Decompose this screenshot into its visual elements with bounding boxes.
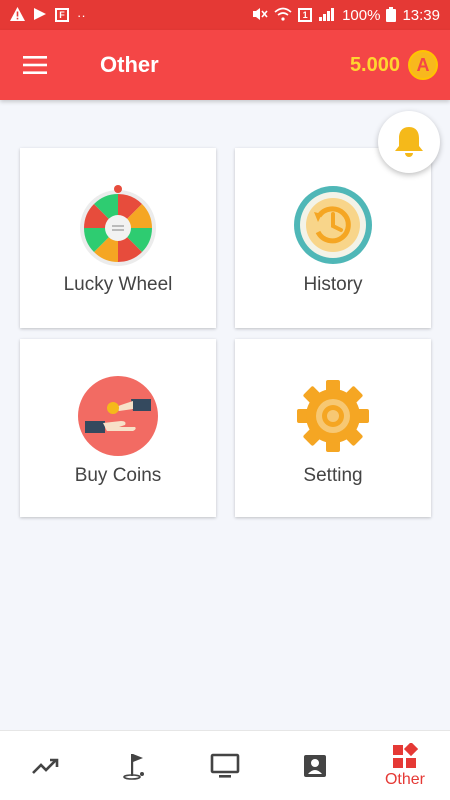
lucky-wheel-icon xyxy=(77,184,159,266)
signal-icon xyxy=(318,7,336,23)
app-bar: Other 5.000 A xyxy=(0,30,450,100)
flag-notification-icon xyxy=(33,7,47,23)
golf-flag-icon xyxy=(123,753,144,780)
menu-button[interactable] xyxy=(0,30,70,100)
widgets-icon xyxy=(393,742,418,768)
flipboard-icon: F xyxy=(55,8,69,22)
setting-label: Setting xyxy=(303,465,363,486)
buy-coins-label: Buy Coins xyxy=(74,465,162,486)
history-card[interactable]: History xyxy=(235,148,431,328)
tv-icon xyxy=(210,753,240,778)
history-icon xyxy=(292,184,374,266)
status-bar: F ·· 1 100% 13:39 xyxy=(0,0,450,30)
clock: 13:39 xyxy=(402,6,440,24)
gear-icon xyxy=(292,375,374,457)
page-title: Other xyxy=(100,52,159,77)
menu-icon xyxy=(23,56,47,74)
wifi-icon xyxy=(274,7,292,23)
history-label: History xyxy=(303,274,363,295)
coin-balance-value: 5.000 xyxy=(349,53,400,76)
nav-tv[interactable] xyxy=(180,731,270,800)
bottom-navigation: Other xyxy=(0,730,450,800)
setting-card[interactable]: Setting xyxy=(235,339,431,517)
battery-percent: 100% xyxy=(342,6,381,24)
mute-icon xyxy=(252,7,268,23)
nav-other-label: Other xyxy=(384,770,425,788)
coin-icon: A xyxy=(408,50,438,80)
nav-other[interactable]: Other xyxy=(360,731,450,800)
bell-icon xyxy=(395,127,423,157)
sim-icon: 1 xyxy=(298,8,313,22)
nav-trending[interactable] xyxy=(0,731,90,800)
nav-golf[interactable] xyxy=(90,731,180,800)
lucky-wheel-label: Lucky Wheel xyxy=(63,274,173,295)
buy-coins-icon xyxy=(77,375,159,457)
lucky-wheel-card[interactable]: Lucky Wheel xyxy=(20,148,216,328)
contact-icon xyxy=(304,754,326,777)
notification-button[interactable] xyxy=(378,111,440,173)
warning-icon xyxy=(10,7,25,23)
coin-balance[interactable]: 5.000 A xyxy=(350,50,438,80)
battery-icon xyxy=(386,6,397,24)
more-notifications-icon: ·· xyxy=(77,7,86,23)
trending-up-icon xyxy=(32,758,59,774)
buy-coins-card[interactable]: Buy Coins xyxy=(20,339,216,517)
nav-contact[interactable] xyxy=(270,731,360,800)
